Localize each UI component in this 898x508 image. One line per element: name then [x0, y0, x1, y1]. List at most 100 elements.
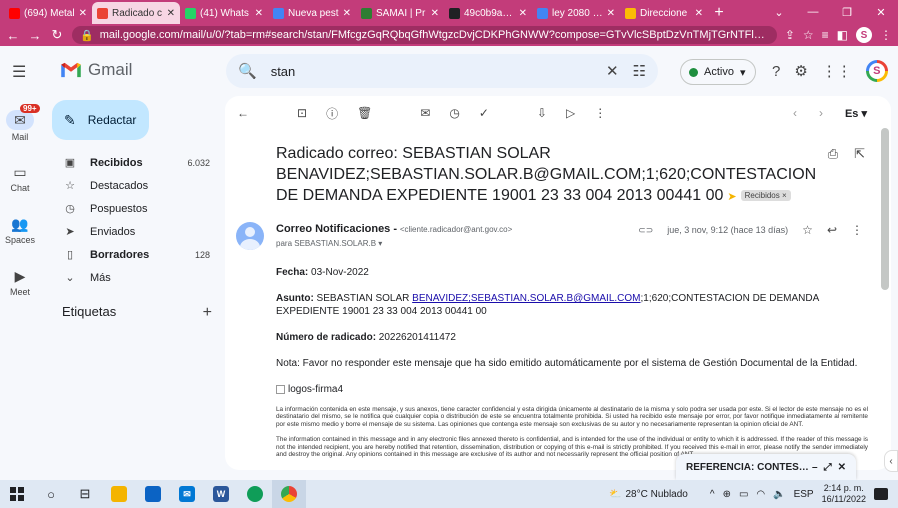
browser-tab[interactable]: ley 2080 de ✕	[532, 2, 620, 24]
profile-avatar[interactable]: S	[856, 27, 872, 43]
network-icon[interactable]: ⊕	[723, 489, 731, 500]
nav-item-recibidos[interactable]: ▣ Recibidos 6.032	[52, 151, 220, 174]
search-taskbar-icon[interactable]: ○	[34, 480, 68, 508]
nav-item-pospuestos[interactable]: ◷ Pospuestos	[52, 197, 220, 220]
restore-button[interactable]: ❐	[830, 6, 864, 19]
report-spam-icon[interactable]: ⓘ	[326, 105, 338, 122]
label-icon[interactable]: ▷	[566, 106, 575, 120]
expand-icon[interactable]: ⤢	[824, 462, 832, 473]
url-input[interactable]: 🔒 mail.google.com/mail/u/0/?tab=rm#searc…	[72, 26, 777, 44]
rail-item-meet[interactable]: ▶ Meet	[0, 256, 40, 308]
bookmark-star-icon[interactable]: ☆	[803, 28, 814, 42]
edge-icon[interactable]	[238, 480, 272, 508]
mail-app-icon[interactable]: ✉	[170, 480, 204, 508]
start-button[interactable]	[0, 480, 34, 508]
file-explorer-icon[interactable]	[102, 480, 136, 508]
reading-list-icon[interactable]: ≡	[822, 28, 829, 42]
tab-search-icon[interactable]: ⌄	[762, 6, 796, 19]
chrome-icon[interactable]	[272, 480, 306, 508]
input-language-button[interactable]: Es ▾	[845, 107, 867, 120]
nav-item-mas[interactable]: ⌄ Más	[52, 266, 220, 289]
browser-tab[interactable]: SAMAI | Pr ✕	[356, 2, 444, 24]
tab-close-icon[interactable]: ✕	[343, 8, 351, 19]
tab-close-icon[interactable]: ✕	[607, 8, 615, 19]
prev-icon[interactable]: ‹	[793, 106, 797, 120]
browser-tab[interactable]: Nueva pest ✕	[268, 2, 356, 24]
browser-tab[interactable]: Direccione ✕	[620, 2, 708, 24]
delete-icon[interactable]: 🗑	[357, 106, 372, 120]
side-panel-toggle[interactable]: ‹	[884, 450, 898, 472]
help-icon[interactable]: ?	[772, 63, 780, 80]
browser-tab[interactable]: 49c0b9af-E ✕	[444, 2, 532, 24]
tab-close-icon[interactable]: ✕	[79, 8, 87, 19]
next-icon[interactable]: ›	[819, 106, 823, 120]
open-new-window-icon[interactable]: ⇱	[854, 146, 865, 162]
new-tab-button[interactable]: +	[708, 2, 730, 24]
weather-widget[interactable]: ⛅ 28°C Nublado	[609, 489, 688, 500]
close-window-button[interactable]: ✕	[864, 6, 898, 19]
compose-popup[interactable]: REFERENCIA: CONTEST... – ⤢ ✕	[676, 454, 856, 480]
forward-icon[interactable]: →	[28, 28, 42, 43]
nav-item-destacados[interactable]: ☆ Destacados	[52, 174, 220, 197]
rail-item-mail[interactable]: ✉ 99+ Mail	[0, 100, 40, 152]
tray-chevron-icon[interactable]: ^	[710, 489, 715, 500]
browser-tab[interactable]: Radicado c ✕	[92, 2, 180, 24]
close-icon[interactable]: ✕	[838, 462, 846, 473]
back-icon[interactable]: ←	[6, 28, 20, 43]
browser-tab[interactable]: (41) Whats ✕	[180, 2, 268, 24]
back-arrow-icon[interactable]: ←	[237, 106, 249, 120]
nav-item-enviados[interactable]: ➤ Enviados	[52, 220, 220, 243]
battery-icon[interactable]: ▭	[739, 489, 748, 500]
tab-close-icon[interactable]: ✕	[167, 8, 175, 19]
account-avatar[interactable]: S	[865, 60, 888, 82]
clear-search-icon[interactable]: ✕	[606, 62, 619, 80]
search-input[interactable]: stan	[271, 64, 592, 79]
search-options-icon[interactable]: ☷	[633, 62, 646, 80]
menu-kebab-icon[interactable]: ⋮	[880, 28, 892, 42]
mark-unread-icon[interactable]: ✉	[420, 106, 430, 120]
minimize-icon[interactable]: –	[812, 462, 818, 473]
archive-icon[interactable]: ⊡	[297, 106, 307, 120]
move-to-icon[interactable]: ⇩	[537, 106, 547, 120]
rail-item-spaces[interactable]: 👥 Spaces	[0, 204, 40, 256]
share-icon[interactable]: ⇪	[785, 28, 795, 42]
main-menu-icon[interactable]: ☰	[12, 62, 26, 82]
volume-icon[interactable]: 🔈	[773, 489, 785, 500]
recipient-dropdown[interactable]: para SEBASTIAN.SOLAR.B ▾	[276, 239, 512, 248]
settings-gear-icon[interactable]: ⚙	[794, 62, 807, 80]
task-view-icon[interactable]: ⊟	[68, 480, 102, 508]
tab-close-icon[interactable]: ✕	[255, 8, 263, 19]
add-task-icon[interactable]: ✓	[479, 106, 489, 120]
reply-icon[interactable]: ↩	[827, 223, 837, 237]
email-link[interactable]: BENAVIDEZ;SEBASTIAN.SOLAR.B@GMAIL.COM	[412, 293, 640, 304]
reload-icon[interactable]: ↻	[50, 27, 64, 43]
language-indicator[interactable]: ESP	[794, 489, 814, 500]
notification-center-icon[interactable]	[874, 488, 888, 500]
tab-close-icon[interactable]: ✕	[519, 8, 527, 19]
tab-close-icon[interactable]: ✕	[431, 8, 439, 19]
add-label-button[interactable]: +	[203, 304, 212, 322]
star-icon[interactable]: ☆	[802, 223, 813, 237]
gmail-logo[interactable]: Gmail	[60, 60, 132, 80]
browser-tab[interactable]: (694) Metal ✕	[4, 2, 92, 24]
search-icon[interactable]: 🔍	[238, 62, 257, 80]
word-icon[interactable]: W	[204, 480, 238, 508]
importance-marker-icon[interactable]: ➤	[727, 191, 736, 203]
inbox-label-chip[interactable]: Recibidos ×	[740, 190, 791, 202]
nav-item-borradores[interactable]: ▯ Borradores 128	[52, 243, 220, 266]
store-icon[interactable]	[136, 480, 170, 508]
wifi-icon[interactable]: ◠	[756, 489, 765, 500]
clock[interactable]: 2:14 p. m. 16/11/2022	[822, 483, 866, 505]
snooze-icon[interactable]: ◷	[449, 106, 459, 120]
more-icon[interactable]: ⋮	[594, 106, 606, 120]
apps-grid-icon[interactable]: ⋮⋮	[822, 62, 852, 80]
sidepanel-icon[interactable]: ◧	[837, 28, 848, 42]
rail-item-chat[interactable]: ▭ Chat	[0, 152, 40, 204]
more-options-icon[interactable]: ⋮	[851, 223, 863, 237]
minimize-button[interactable]: —	[796, 6, 830, 18]
compose-button[interactable]: ✎ Redactar	[52, 100, 149, 140]
page-scrollbar[interactable]	[881, 128, 889, 290]
tab-close-icon[interactable]: ✕	[695, 8, 703, 19]
print-icon[interactable]: ⎙	[828, 146, 838, 162]
status-dropdown[interactable]: Activo ▾	[680, 59, 756, 85]
